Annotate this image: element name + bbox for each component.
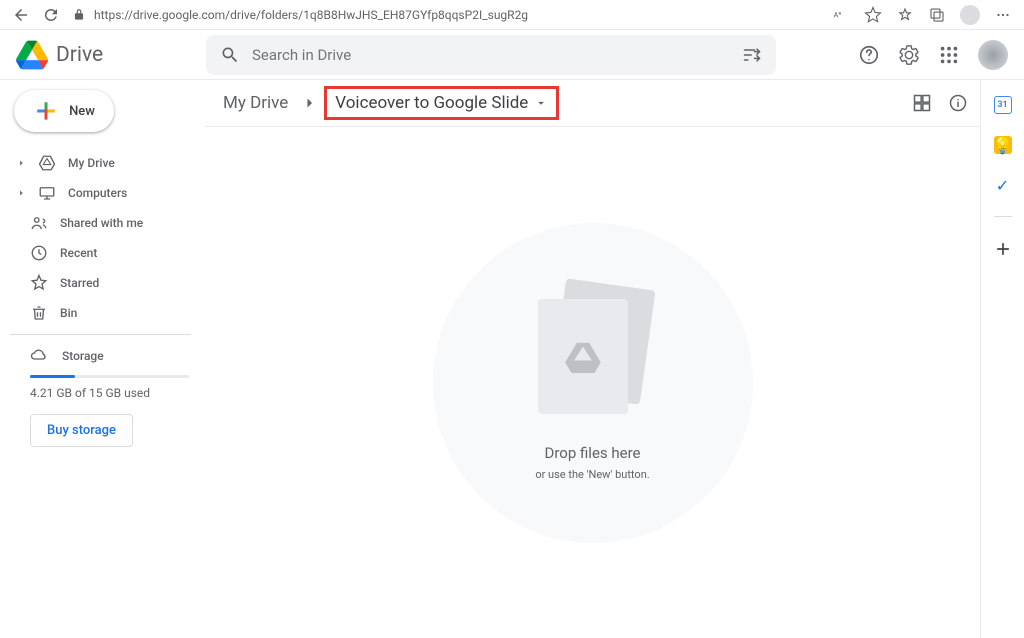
url-text: https://drive.google.com/drive/folders/1… [94, 8, 528, 22]
chevron-right-icon [16, 188, 26, 198]
drive-logo-icon [16, 40, 48, 70]
storage-fill [30, 375, 75, 378]
drop-title: Drop files here [545, 444, 641, 462]
sidebar-item-label: Computers [68, 186, 127, 200]
sidebar-item-label: Bin [60, 306, 77, 320]
sidebar: New My Drive Computers Shared with me Re… [0, 80, 205, 638]
panel-divider [994, 216, 1012, 217]
main-content: My Drive Voiceover to Google Slide [205, 80, 980, 638]
breadcrumb-current-label: Voiceover to Google Slide [335, 93, 528, 113]
apps-icon[interactable] [938, 44, 960, 66]
search-icon [220, 45, 240, 65]
chevron-right-icon [300, 94, 318, 112]
browser-actions: A⁹ [832, 5, 1012, 25]
storage-label: Storage [62, 349, 104, 363]
computers-icon [38, 184, 56, 202]
settings-icon[interactable] [898, 44, 920, 66]
sidebar-item-label: Shared with me [60, 216, 143, 230]
read-aloud-icon[interactable]: A⁹ [832, 6, 850, 24]
add-addon-icon[interactable] [993, 239, 1013, 259]
search-input[interactable] [252, 46, 730, 64]
buy-storage-button[interactable]: Buy storage [30, 414, 133, 447]
collections-icon[interactable] [928, 6, 946, 24]
account-avatar[interactable] [978, 40, 1008, 70]
sidebar-item-recent[interactable]: Recent [10, 238, 205, 268]
sidebar-item-computers[interactable]: Computers [10, 178, 205, 208]
file-stack-icon [538, 284, 648, 424]
sidebar-item-label: My Drive [68, 156, 115, 170]
drop-subtitle: or use the 'New' button. [535, 468, 649, 481]
help-icon[interactable] [858, 44, 880, 66]
favorites-bar-icon[interactable] [896, 6, 914, 24]
storage-section: Storage 4.21 GB of 15 GB used Buy storag… [10, 341, 205, 447]
search-bar[interactable] [206, 35, 776, 75]
new-button[interactable]: New [14, 90, 114, 132]
breadcrumb-root[interactable]: My Drive [217, 89, 294, 117]
drive-triangle-icon [565, 341, 601, 373]
header-actions [776, 40, 1008, 70]
url-bar[interactable]: https://drive.google.com/drive/folders/1… [72, 8, 820, 22]
svg-text:A⁹: A⁹ [834, 10, 842, 19]
more-icon[interactable] [994, 6, 1012, 24]
cloud-icon [30, 347, 48, 365]
view-actions [912, 93, 968, 113]
lock-icon [72, 8, 86, 22]
drop-zone[interactable]: Drop files here or use the 'New' button. [433, 223, 753, 543]
keep-icon[interactable]: 💡 [994, 136, 1012, 154]
calendar-icon[interactable]: 31 [994, 96, 1012, 114]
side-panel: 31 💡 ✓ [980, 80, 1024, 638]
favorite-icon[interactable] [864, 6, 882, 24]
storage-bar [30, 375, 189, 378]
sidebar-item-storage[interactable]: Storage [30, 341, 189, 371]
info-icon[interactable] [948, 93, 968, 113]
chevron-down-icon [534, 96, 548, 110]
sidebar-item-label: Recent [60, 246, 97, 260]
back-icon[interactable] [12, 6, 30, 24]
storage-used-text: 4.21 GB of 15 GB used [30, 386, 189, 400]
plus-icon [33, 98, 59, 124]
sidebar-item-label: Starred [60, 276, 99, 290]
empty-state: Drop files here or use the 'New' button. [205, 127, 980, 638]
profile-avatar[interactable] [960, 5, 980, 25]
main-header: Drive [0, 30, 1024, 80]
bin-icon [30, 304, 48, 322]
sidebar-item-bin[interactable]: Bin [10, 298, 205, 328]
breadcrumb-current[interactable]: Voiceover to Google Slide [324, 86, 559, 120]
refresh-icon[interactable] [42, 6, 60, 24]
breadcrumb: My Drive Voiceover to Google Slide [217, 86, 912, 120]
shared-icon [30, 214, 48, 232]
new-button-label: New [69, 104, 95, 119]
star-icon [30, 274, 48, 292]
sidebar-item-shared[interactable]: Shared with me [10, 208, 205, 238]
drive-icon [38, 154, 56, 172]
sidebar-item-starred[interactable]: Starred [10, 268, 205, 298]
search-options-icon[interactable] [742, 45, 762, 65]
browser-bar: https://drive.google.com/drive/folders/1… [0, 0, 1024, 30]
grid-view-icon[interactable] [912, 93, 932, 113]
product-name: Drive [56, 43, 103, 67]
sidebar-divider [10, 334, 191, 335]
logo-section[interactable]: Drive [16, 40, 206, 70]
tasks-icon[interactable]: ✓ [994, 176, 1012, 194]
breadcrumb-row: My Drive Voiceover to Google Slide [205, 86, 980, 127]
recent-icon [30, 244, 48, 262]
chevron-right-icon [16, 158, 26, 168]
sidebar-item-my-drive[interactable]: My Drive [10, 148, 205, 178]
